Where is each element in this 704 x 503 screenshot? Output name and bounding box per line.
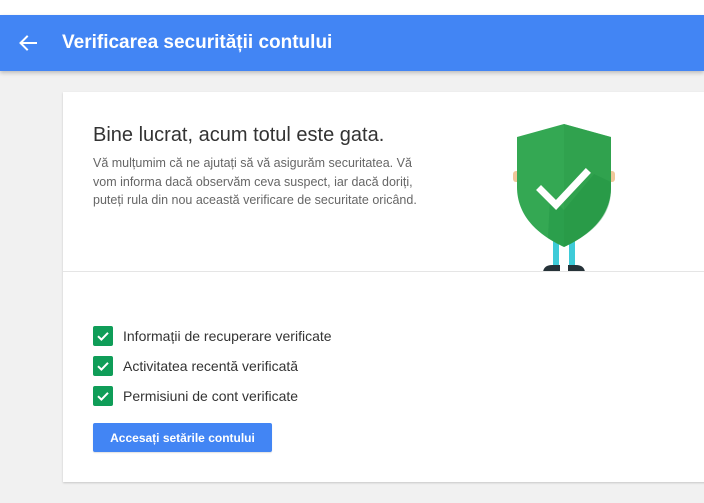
security-checkup-card: Bine lucrat, acum totul este gata. Vă mu… [63,92,704,482]
checkbox-checked-icon [93,326,113,346]
verification-checklist: Informații de recuperare verificate Acti… [93,321,332,411]
app-bar: Verificarea securității contului [0,15,704,71]
checklist-item-label: Informații de recuperare verificate [123,328,332,344]
window-top-strip [0,0,704,15]
section-divider [63,271,704,272]
checklist-item-label: Activitatea recentă verificată [123,358,299,374]
checklist-item-permissions: Permisiuni de cont verificate [93,381,332,411]
checkbox-checked-icon [93,356,113,376]
checklist-item-activity: Activitatea recentă verificată [93,351,332,381]
checklist-item-recovery: Informații de recuperare verificate [93,321,332,351]
arrow-back-icon [14,29,42,57]
page-title: Verificarea securității contului [62,32,333,53]
shield-check-icon [508,120,628,272]
result-headline: Bine lucrat, acum totul este gata. [93,124,385,146]
checklist-item-label: Permisiuni de cont verificate [123,388,299,404]
result-message: Vă mulțumim că ne ajutați să vă asigurăm… [93,156,417,207]
back-button[interactable] [14,29,42,57]
checkbox-checked-icon [93,386,113,406]
account-settings-button[interactable]: Accesați setările contului [93,423,272,452]
